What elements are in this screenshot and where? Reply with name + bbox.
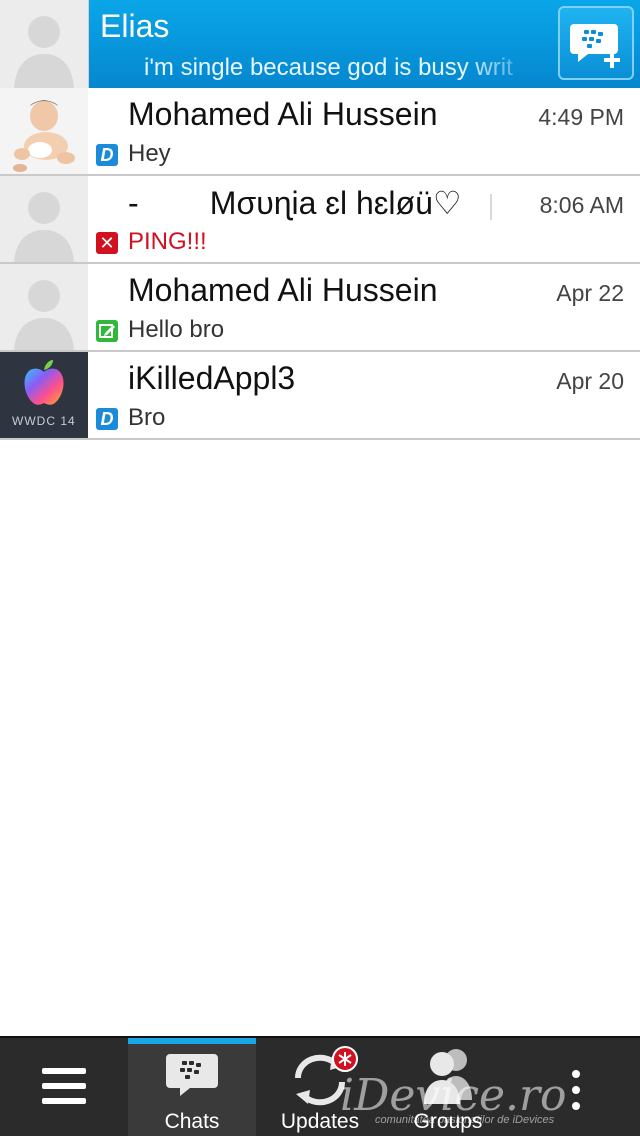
message-preview: Bro — [128, 404, 166, 431]
default-avatar-icon — [0, 264, 88, 350]
chat-row[interactable]: Mohamed Ali Hussein Apr 22 Hello bro — [0, 264, 640, 352]
delivered-d-icon: D — [96, 144, 118, 166]
my-status-message: i'm single because god is busy writ — [144, 54, 513, 81]
delivered-d-icon: D — [96, 408, 118, 430]
draft-edit-icon — [96, 320, 118, 342]
message-preview: PING!!! — [128, 228, 207, 255]
watermark-subtext: comunitatea pasionatilor de iDevices — [375, 1114, 555, 1126]
failed-x-icon: ✕ — [96, 232, 118, 254]
contact-avatar — [0, 88, 88, 174]
avatar-caption: WWDC 14 — [12, 414, 76, 428]
default-avatar-icon — [0, 0, 88, 88]
hamburger-menu-icon — [42, 1068, 86, 1104]
tab-chats-label: Chats — [164, 1110, 220, 1133]
my-display-name: Elias — [100, 8, 170, 44]
chat-row[interactable]: WWDC 14 iKilledAppl3 Apr 20 D Bro — [0, 352, 640, 440]
chat-row[interactable]: Mohamed Ali Hussein 4:49 PM D Hey — [0, 88, 640, 176]
new-chat-button[interactable] — [558, 6, 634, 80]
message-preview: Hey — [128, 140, 171, 167]
chat-row[interactable]: - Mσυɳia ɛl hɛløü♡ 8:06 AM ✕ PING!!! — [0, 176, 640, 264]
bbm-new-chat-icon — [570, 24, 620, 68]
asterisk-icon — [338, 1052, 352, 1066]
contact-avatar: WWDC 14 — [0, 352, 88, 438]
bbm-app: Elias i'm single because god is busy wri… — [0, 0, 640, 1136]
chat-list: Mohamed Ali Hussein 4:49 PM D Hey - Mσυɳ… — [0, 88, 640, 440]
message-preview: Hello bro — [128, 316, 225, 343]
contact-name: Mohamed Ali Hussein — [128, 272, 438, 308]
default-avatar-icon — [0, 176, 88, 262]
message-time: 8:06 AM — [539, 192, 624, 218]
contact-avatar — [0, 176, 88, 262]
my-avatar[interactable] — [0, 0, 89, 88]
chat-bubble-icon — [166, 1054, 218, 1096]
menu-button[interactable] — [0, 1038, 128, 1136]
message-time: Apr 20 — [556, 368, 624, 394]
contact-name: iKilledAppl3 — [128, 360, 296, 396]
profile-header[interactable]: Elias i'm single because god is busy wri… — [0, 0, 640, 88]
new-update-badge — [332, 1046, 358, 1072]
tab-chats[interactable]: Chats — [128, 1038, 256, 1136]
title-divider — [490, 194, 492, 220]
message-time: 4:49 PM — [538, 104, 624, 130]
contact-name: Mohamed Ali Hussein — [128, 96, 438, 132]
contact-name: - Mσυɳia ɛl hɛløü♡ — [128, 185, 462, 221]
message-time: Apr 22 — [556, 280, 624, 306]
pencil-icon — [99, 324, 115, 338]
contact-avatar — [0, 264, 88, 350]
baby-photo-avatar — [0, 88, 88, 174]
